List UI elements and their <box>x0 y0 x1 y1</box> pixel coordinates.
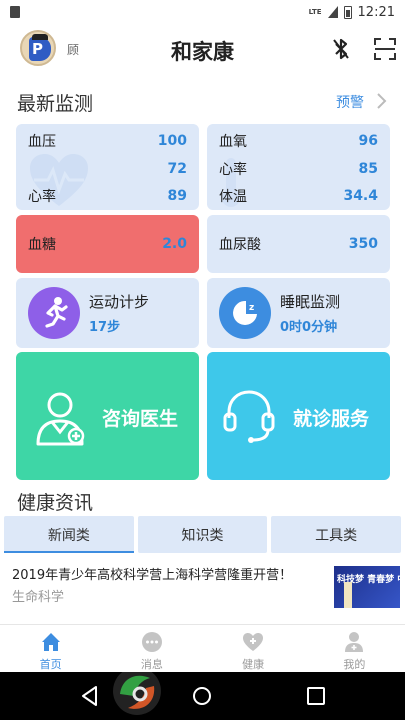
heart-plus-icon <box>243 633 264 651</box>
bottom-nav: 首页 消息 健康 我的 <box>0 624 405 672</box>
status-bar: LTE 12:21 <box>0 0 405 24</box>
bluetooth-icon[interactable] <box>331 37 351 61</box>
battery-icon <box>343 5 352 19</box>
heart-rate-label: 心率 <box>28 189 56 205</box>
tab-tools[interactable]: 工具类 <box>271 516 402 553</box>
news-list-item[interactable]: 2019年青少年高校科学营上海科学营隆重开营！ 生命科学 科技梦 青春梦 中 <box>0 556 405 618</box>
system-nav-bar <box>0 672 405 720</box>
nav-profile-label: 我的 <box>343 658 366 671</box>
sleep-title: 睡眠监测 <box>280 293 341 311</box>
app-header: P 顾 和家康 <box>0 26 405 72</box>
temperature-row: 体温 34.4 <box>219 185 378 207</box>
network-type: LTE <box>308 7 322 16</box>
message-icon <box>141 632 162 652</box>
clock: 12:21 <box>357 4 395 20</box>
blood-pressure-card[interactable]: 血压 100 72 心率 89 <box>16 124 199 210</box>
signal-icon <box>327 6 338 18</box>
heart-rate-2-label: 心率 <box>219 162 247 178</box>
step-counter-card[interactable]: 运动计步 17步 <box>16 278 199 348</box>
news-thumbnail[interactable]: 科技梦 青春梦 中 <box>334 566 400 608</box>
nav-home[interactable]: 首页 <box>0 625 101 672</box>
bp-low-value: 72 <box>167 161 187 177</box>
recents-icon[interactable] <box>306 686 326 706</box>
oxygen-row: 血氧 96 <box>219 130 378 152</box>
health-news-title: 健康资讯 <box>17 492 94 514</box>
steps-title: 运动计步 <box>89 293 150 311</box>
uric-acid-label: 血尿酸 <box>219 237 261 253</box>
sleep-icon: z <box>219 287 271 339</box>
heart-rate-row: 心率 89 <box>28 185 187 207</box>
scan-icon[interactable] <box>373 37 397 61</box>
temperature-label: 体温 <box>219 189 247 205</box>
medical-service-label: 就诊服务 <box>293 408 370 430</box>
news-tabs: 新闻类 知识类 工具类 <box>4 516 402 553</box>
tab-news[interactable]: 新闻类 <box>4 516 134 553</box>
thumbnail-figure <box>344 582 352 608</box>
blood-sugar-card[interactable]: 血糖 2.0 <box>16 215 199 273</box>
nurse-icon <box>345 632 364 652</box>
blood-sugar-row: 血糖 2.0 <box>28 233 187 255</box>
consult-doctor-card[interactable]: 咨询医生 <box>16 352 199 480</box>
headset-icon <box>223 390 275 443</box>
running-icon <box>28 287 80 339</box>
nav-profile[interactable]: 我的 <box>304 625 405 672</box>
news-item-title[interactable]: 2019年青少年高校科学营上海科学营隆重开营！ <box>12 564 292 583</box>
medical-service-card[interactable]: 就诊服务 <box>207 352 390 480</box>
nav-health[interactable]: 健康 <box>203 625 304 672</box>
bp-high-row: 血压 100 <box>28 130 187 152</box>
tab-knowledge[interactable]: 知识类 <box>137 516 268 553</box>
home-icon <box>41 633 60 651</box>
blood-sugar-label: 血糖 <box>28 237 56 253</box>
nav-health-label: 健康 <box>242 658 265 671</box>
heart-rate-2-value: 85 <box>358 161 378 177</box>
sd-card-icon <box>10 6 20 18</box>
nav-home-label: 首页 <box>39 658 62 671</box>
oxygen-label: 血氧 <box>219 134 247 150</box>
steps-value: 17步 <box>89 320 121 335</box>
bp-high-value: 100 <box>157 133 187 149</box>
uric-acid-value: 350 <box>348 236 378 252</box>
heart-rate-2-row: 心率 85 <box>219 158 378 180</box>
watermark-logo <box>113 667 161 715</box>
uric-acid-row: 血尿酸 350 <box>219 233 378 255</box>
home-circle-icon[interactable] <box>191 685 213 707</box>
svg-text:z: z <box>249 303 254 313</box>
bp-label: 血压 <box>28 134 56 150</box>
news-item-category: 生命科学 <box>12 590 65 605</box>
bp-low-row: 72 <box>28 158 187 180</box>
blood-sugar-value: 2.0 <box>162 236 187 252</box>
temperature-value: 34.4 <box>343 188 378 204</box>
consult-doctor-label: 咨询医生 <box>102 408 179 430</box>
back-icon[interactable] <box>80 685 100 707</box>
latest-monitoring-title: 最新监测 <box>17 93 94 115</box>
heart-rate-value: 89 <box>167 188 187 204</box>
blood-oxygen-card[interactable]: 血氧 96 心率 85 体温 34.4 <box>207 124 390 210</box>
uric-acid-card[interactable]: 血尿酸 350 <box>207 215 390 273</box>
sleep-monitor-card[interactable]: z 睡眠监测 0时0分钟 <box>207 278 390 348</box>
sleep-value: 0时0分钟 <box>280 320 338 335</box>
alert-link[interactable]: 预警 <box>336 92 364 112</box>
doctor-icon <box>36 392 85 446</box>
chevron-right-icon[interactable] <box>374 92 388 110</box>
oxygen-value: 96 <box>358 133 378 149</box>
